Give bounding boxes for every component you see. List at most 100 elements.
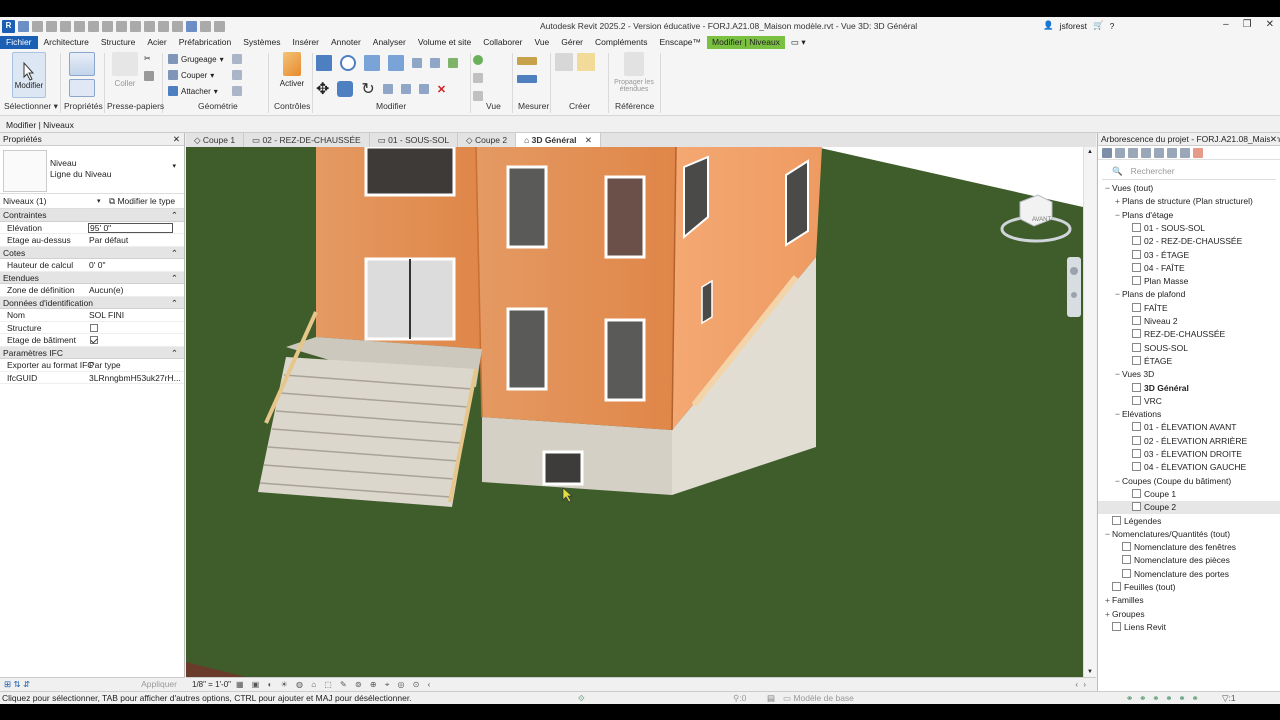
tab-prefabrication[interactable]: Préfabrication	[173, 36, 237, 49]
browser-item-niveau-2[interactable]: Niveau 2	[1123, 315, 1178, 328]
revit-logo-icon[interactable]: R	[2, 20, 15, 33]
section-icon[interactable]	[186, 21, 197, 32]
minimize-icon[interactable]: –	[1223, 19, 1229, 30]
browser-item-coupe-1[interactable]: Coupe 1	[1123, 488, 1176, 501]
tab-gerer[interactable]: Gérer	[555, 36, 589, 49]
collapse-icon[interactable]: −	[1113, 209, 1122, 222]
align-icon[interactable]	[316, 55, 332, 71]
tab-inserer[interactable]: Insérer	[287, 36, 325, 49]
tab-structure[interactable]: Structure	[95, 36, 142, 49]
browser-item-nomenclature-des-fenetres[interactable]: Nomenclature des fenêtres	[1113, 541, 1236, 554]
section-cotes[interactable]: Cotes ⌃	[0, 246, 184, 259]
cope-row[interactable]: Grugeage ▾	[168, 54, 224, 64]
collapse-icon[interactable]: −	[1103, 182, 1112, 195]
vertical-scrollbar[interactable]: ▲ ▼	[1083, 147, 1096, 677]
tab-modifier-niveaux[interactable]: Modifier | Niveaux	[707, 36, 785, 49]
collapse-icon[interactable]: −	[1113, 475, 1122, 488]
section-ifc[interactable]: Paramètres IFC ⌃	[0, 346, 184, 359]
browser-item-vues-3d[interactable]: − Vues 3D	[1113, 368, 1154, 381]
join-row[interactable]: Attacher ▾	[168, 86, 218, 96]
instance-filter[interactable]: Niveaux (1)	[3, 196, 46, 206]
scroll-right-icon[interactable]: ›	[1083, 678, 1086, 692]
browser-item-familles[interactable]: + Familles	[1103, 594, 1144, 607]
tab-rez-de-chaussee[interactable]: ▭ 02 - REZ-DE-CHAUSSÉE	[244, 133, 370, 147]
browser-item-groupes[interactable]: + Groupes	[1103, 608, 1145, 621]
tab-architecture[interactable]: Architecture	[38, 36, 95, 49]
browser-item-coupe-2[interactable]: Coupe 2	[1098, 501, 1280, 515]
override-icon[interactable]	[473, 73, 483, 83]
paint-icon[interactable]	[232, 86, 242, 96]
username[interactable]: jsforest	[1060, 21, 1087, 31]
browser-item-03-elevation-droite[interactable]: 03 - ÉLEVATION DROITE	[1123, 448, 1242, 461]
expand-icon[interactable]: +	[1103, 594, 1112, 607]
link-icon[interactable]	[1193, 147, 1203, 158]
pin-icon[interactable]	[430, 58, 440, 68]
browser-item-coupes-coupe-du-batiment[interactable]: − Coupes (Coupe du bâtiment)	[1113, 475, 1231, 488]
chevron-down-icon[interactable]: ▾	[172, 162, 176, 170]
panel-label-selectionner[interactable]: Sélectionner ▾	[4, 101, 58, 112]
tab-analyser[interactable]: Analyser	[367, 36, 412, 49]
view-control-icons[interactable]: ▦ ▣ ◐ ☀ ◍ ⌂ ⬚ ✎ ⊚ ⊕ ⌖ ◎ ⊙ ‹	[236, 678, 433, 692]
save-icon[interactable]	[46, 21, 57, 32]
browser-item-legendes[interactable]: Légendes	[1103, 515, 1161, 528]
browser-item-rez-de-chaussee[interactable]: REZ-DE-CHAUSSÉE	[1123, 328, 1225, 341]
close-icon[interactable]: ✕	[1269, 133, 1277, 145]
3d-view-icon[interactable]	[172, 21, 183, 32]
array-icon[interactable]	[400, 84, 411, 94]
restore-icon[interactable]: ❐	[1243, 19, 1252, 30]
scroll-down-icon[interactable]: ▼	[1087, 669, 1093, 675]
sync-icon[interactable]	[60, 21, 71, 32]
schedule-icon[interactable]	[1180, 147, 1190, 158]
zoom-icon[interactable]	[1071, 292, 1077, 298]
open-icon[interactable]	[32, 21, 43, 32]
collapse-icon[interactable]: −	[1113, 368, 1122, 381]
browser-search[interactable]: 🔍 Rechercher	[1102, 162, 1276, 180]
expand-icon[interactable]: +	[1103, 608, 1112, 621]
collapse-icon[interactable]: −	[1113, 288, 1122, 301]
browser-item-04-elevation-gauche[interactable]: 04 - ÉLEVATION GAUCHE	[1123, 461, 1246, 474]
close-hidden-icon[interactable]	[200, 21, 211, 32]
wheel-icon[interactable]	[1070, 267, 1078, 275]
rotate-icon[interactable]: ↻	[361, 79, 374, 99]
cart-icon[interactable]: 🛒	[1093, 20, 1104, 31]
browser-item-nomenclature-des-portes[interactable]: Nomenclature des portes	[1113, 568, 1229, 581]
browser-item-04-faite[interactable]: 04 - FAÎTE	[1123, 262, 1185, 275]
browser-item-plans-de-structure-plan-structurel[interactable]: + Plans de structure (Plan structurel)	[1113, 195, 1253, 208]
browser-item-liens-revit[interactable]: Liens Revit	[1103, 621, 1166, 634]
browser-item-vues-tout[interactable]: − Vues (tout)	[1103, 182, 1153, 195]
view-list-icon[interactable]	[1154, 147, 1164, 158]
browser-item-sous-sol[interactable]: SOUS-SOL	[1123, 342, 1188, 355]
print-icon[interactable]	[102, 21, 113, 32]
redo-icon[interactable]	[88, 21, 99, 32]
elevation-field[interactable]: 95' 0"	[88, 222, 173, 233]
browser-item-plans-de-plafond[interactable]: − Plans de plafond	[1113, 288, 1185, 301]
browser-item-03-etage[interactable]: 03 - ÉTAGE	[1123, 249, 1189, 262]
split-icon[interactable]	[412, 58, 422, 68]
home-view-icon[interactable]	[1102, 147, 1112, 158]
mirror-axis-icon[interactable]	[364, 55, 380, 71]
browser-item-faite[interactable]: FAÎTE	[1123, 302, 1168, 315]
dropdown-icon[interactable]: ▾	[220, 55, 224, 64]
navigation-bar[interactable]	[1067, 257, 1081, 317]
browser-item-02-rez-de-chaussee[interactable]: 02 - REZ-DE-CHAUSSÉE	[1123, 235, 1242, 248]
expand-icon[interactable]: +	[1113, 195, 1122, 208]
propagate-extents-button[interactable]: Propager les étendues	[612, 52, 656, 93]
browser-item-nomenclature-des-pieces[interactable]: Nomenclature des pièces	[1113, 554, 1230, 567]
paste-button[interactable]: Coller	[112, 52, 138, 88]
sort-icon[interactable]: ⊞ ⇅ ⇵	[4, 679, 30, 690]
undo-icon[interactable]	[74, 21, 85, 32]
sign-in-icon[interactable]: 👤	[1043, 20, 1054, 31]
filter-icon[interactable]	[1115, 147, 1125, 158]
scale-selector[interactable]: 1/8" = 1'-0"	[192, 678, 231, 692]
browser-item-feuilles-tout[interactable]: Feuilles (tout)	[1103, 581, 1176, 594]
create-assembly-icon[interactable]	[555, 53, 573, 71]
collapse-icon[interactable]: −	[1103, 528, 1112, 541]
3d-viewport[interactable]: AVANT	[186, 147, 1083, 677]
scroll-left-icon[interactable]: ‹	[1075, 678, 1078, 692]
browser-item-etage[interactable]: ÉTAGE	[1123, 355, 1172, 368]
copy-icon[interactable]	[144, 71, 154, 81]
scissors-icon[interactable]: ✂	[144, 54, 151, 63]
text-icon[interactable]	[158, 21, 169, 32]
type-properties-icon[interactable]	[69, 79, 95, 97]
browser-item-plan-masse[interactable]: Plan Masse	[1123, 275, 1188, 288]
